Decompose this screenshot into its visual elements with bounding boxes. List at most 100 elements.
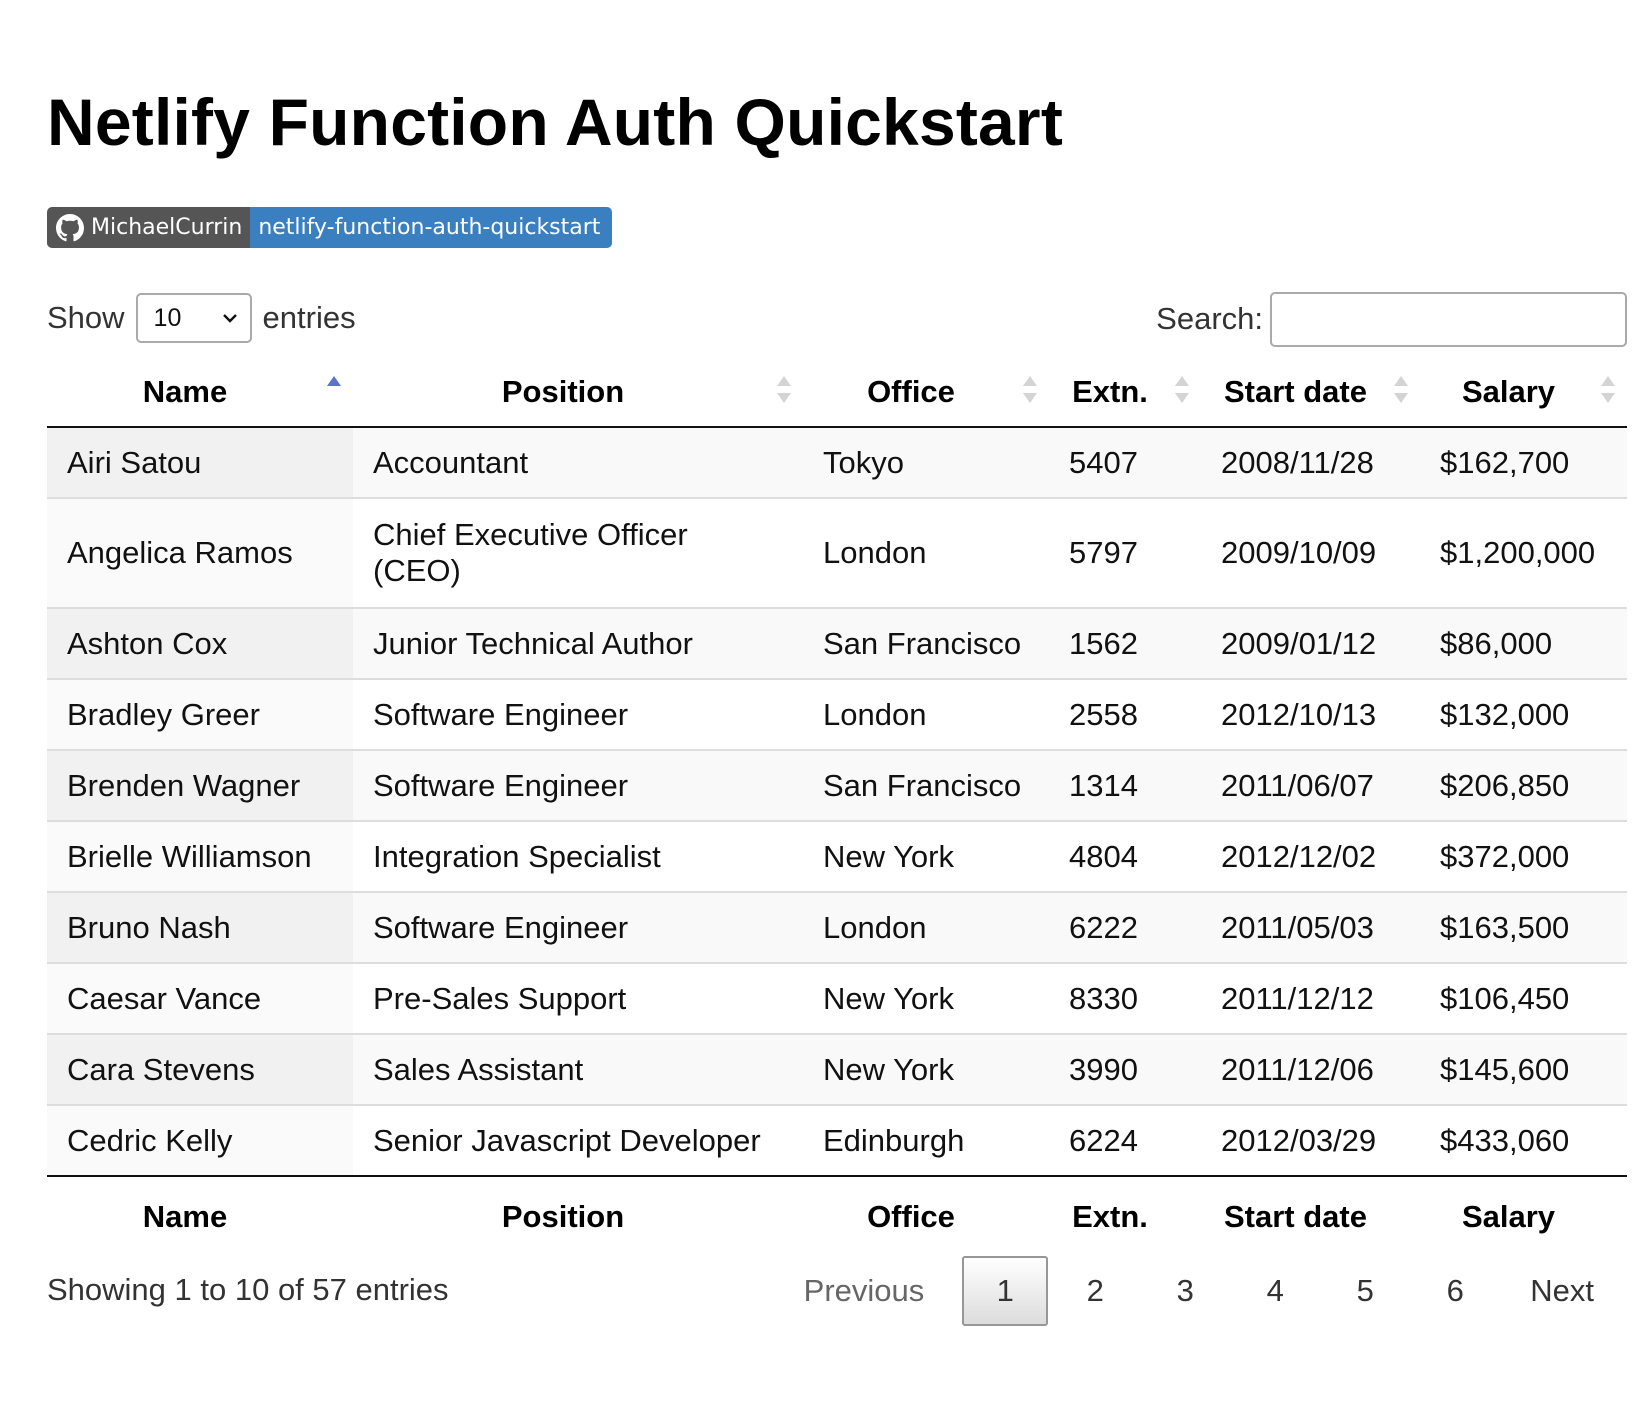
cell-office: New York bbox=[803, 820, 1049, 892]
page-button[interactable]: 4 bbox=[1230, 1256, 1320, 1326]
cell-extn: 1562 bbox=[1049, 607, 1201, 679]
column-header-name[interactable]: Name bbox=[47, 357, 353, 428]
table-row[interactable]: Cara Stevens Sales Assistant New York 39… bbox=[47, 1033, 1627, 1105]
badge-owner: MichaelCurrin bbox=[47, 207, 251, 248]
sort-both-icon bbox=[1023, 376, 1037, 403]
cell-name: Cedric Kelly bbox=[47, 1104, 353, 1176]
cell-name: Bruno Nash bbox=[47, 891, 353, 963]
cell-position: Integration Specialist bbox=[353, 820, 803, 892]
footer-header-name: Name bbox=[47, 1175, 353, 1256]
table-row[interactable]: Angelica Ramos Chief Executive Officer (… bbox=[47, 497, 1627, 608]
cell-position: Pre-Sales Support bbox=[353, 962, 803, 1034]
column-header-label: Start date bbox=[1224, 373, 1367, 409]
cell-salary: $206,850 bbox=[1420, 749, 1627, 821]
cell-position: Junior Technical Author bbox=[353, 607, 803, 679]
cell-name: Bradley Greer bbox=[47, 678, 353, 750]
badge-owner-text: MichaelCurrin bbox=[91, 215, 243, 240]
badge-repo: netlify-function-auth-quickstart bbox=[250, 207, 613, 248]
entries-per-page-select[interactable]: 10 bbox=[135, 293, 252, 343]
table-info: Showing 1 to 10 of 57 entries bbox=[47, 1272, 449, 1307]
table-body: Airi Satou Accountant Tokyo 5407 2008/11… bbox=[47, 427, 1627, 1176]
pagination: Previous 1 2 3 4 5 6 Next bbox=[804, 1255, 1627, 1327]
cell-position: Sales Assistant bbox=[353, 1033, 803, 1105]
github-repo-badge[interactable]: MichaelCurrin netlify-function-auth-quic… bbox=[47, 207, 613, 248]
cell-extn: 4804 bbox=[1049, 820, 1201, 892]
cell-start-date: 2009/01/12 bbox=[1201, 607, 1420, 679]
page-button[interactable]: 6 bbox=[1410, 1256, 1500, 1326]
data-table: Name Position Office Extn. Start date Sa… bbox=[47, 357, 1627, 1256]
cell-salary: $163,500 bbox=[1420, 891, 1627, 963]
cell-start-date: 2011/12/12 bbox=[1201, 962, 1420, 1034]
cell-start-date: 2011/05/03 bbox=[1201, 891, 1420, 963]
cell-salary: $162,700 bbox=[1420, 427, 1627, 498]
entries-per-page-value: 10 bbox=[153, 303, 182, 332]
previous-button[interactable]: Previous bbox=[804, 1256, 963, 1326]
cell-office: Tokyo bbox=[803, 427, 1049, 498]
sort-both-icon bbox=[1601, 376, 1615, 403]
table-row[interactable]: Caesar Vance Pre-Sales Support New York … bbox=[47, 962, 1627, 1034]
column-header-label: Name bbox=[142, 373, 228, 409]
length-suffix: entries bbox=[262, 300, 356, 335]
cell-name: Brielle Williamson bbox=[47, 820, 353, 892]
cell-extn: 6224 bbox=[1049, 1104, 1201, 1176]
table-row[interactable]: Bruno Nash Software Engineer London 6222… bbox=[47, 891, 1627, 963]
sort-both-icon bbox=[1175, 376, 1189, 403]
cell-start-date: 2011/06/07 bbox=[1201, 749, 1420, 821]
cell-salary: $86,000 bbox=[1420, 607, 1627, 679]
cell-office: London bbox=[803, 497, 1049, 608]
cell-salary: $372,000 bbox=[1420, 820, 1627, 892]
cell-salary: $1,200,000 bbox=[1420, 497, 1627, 608]
table-row[interactable]: Airi Satou Accountant Tokyo 5407 2008/11… bbox=[47, 427, 1627, 498]
cell-name: Brenden Wagner bbox=[47, 749, 353, 821]
github-icon bbox=[56, 213, 84, 241]
footer-header-salary: Salary bbox=[1420, 1175, 1627, 1256]
column-header-position[interactable]: Position bbox=[353, 357, 803, 428]
cell-start-date: 2011/12/06 bbox=[1201, 1033, 1420, 1105]
page-button[interactable]: 2 bbox=[1050, 1256, 1140, 1326]
cell-position: Chief Executive Officer (CEO) bbox=[353, 497, 803, 608]
table-row[interactable]: Brenden Wagner Software Engineer San Fra… bbox=[47, 749, 1627, 821]
table-row[interactable]: Bradley Greer Software Engineer London 2… bbox=[47, 678, 1627, 750]
length-control: Show 10 entries bbox=[47, 292, 356, 344]
length-prefix: Show bbox=[47, 300, 125, 335]
page-button[interactable]: 3 bbox=[1140, 1256, 1230, 1326]
cell-start-date: 2012/03/29 bbox=[1201, 1104, 1420, 1176]
cell-extn: 1314 bbox=[1049, 749, 1201, 821]
cell-extn: 8330 bbox=[1049, 962, 1201, 1034]
cell-extn: 6222 bbox=[1049, 891, 1201, 963]
cell-start-date: 2012/10/13 bbox=[1201, 678, 1420, 750]
header-row: Name Position Office Extn. Start date Sa… bbox=[47, 357, 1627, 428]
search-label: Search: bbox=[1156, 301, 1263, 336]
cell-office: San Francisco bbox=[803, 607, 1049, 679]
cell-name: Ashton Cox bbox=[47, 607, 353, 679]
cell-start-date: 2012/12/02 bbox=[1201, 820, 1420, 892]
cell-name: Airi Satou bbox=[47, 427, 353, 498]
next-button[interactable]: Next bbox=[1500, 1256, 1627, 1326]
page-button[interactable]: 5 bbox=[1320, 1256, 1410, 1326]
column-header-label: Office bbox=[867, 373, 955, 409]
footer-header-extn: Extn. bbox=[1049, 1175, 1201, 1256]
page-button-current[interactable]: 1 bbox=[962, 1256, 1049, 1326]
cell-position: Senior Javascript Developer bbox=[353, 1104, 803, 1176]
cell-position: Software Engineer bbox=[353, 678, 803, 750]
cell-extn: 5797 bbox=[1049, 497, 1201, 608]
column-header-salary[interactable]: Salary bbox=[1420, 357, 1627, 428]
table-row[interactable]: Brielle Williamson Integration Specialis… bbox=[47, 820, 1627, 892]
column-header-extn[interactable]: Extn. bbox=[1049, 357, 1201, 428]
cell-extn: 2558 bbox=[1049, 678, 1201, 750]
column-header-office[interactable]: Office bbox=[803, 357, 1049, 428]
cell-salary: $132,000 bbox=[1420, 678, 1627, 750]
cell-name: Caesar Vance bbox=[47, 962, 353, 1034]
search-input[interactable] bbox=[1270, 291, 1627, 347]
cell-position: Software Engineer bbox=[353, 749, 803, 821]
footer-header-position: Position bbox=[353, 1175, 803, 1256]
sort-both-icon bbox=[777, 376, 791, 403]
table-row[interactable]: Cedric Kelly Senior Javascript Developer… bbox=[47, 1104, 1627, 1176]
table-row[interactable]: Ashton Cox Junior Technical Author San F… bbox=[47, 607, 1627, 679]
footer-header-office: Office bbox=[803, 1175, 1049, 1256]
column-header-start-date[interactable]: Start date bbox=[1201, 357, 1420, 428]
cell-office: London bbox=[803, 891, 1049, 963]
cell-salary: $145,600 bbox=[1420, 1033, 1627, 1105]
footer-header-start-date: Start date bbox=[1201, 1175, 1420, 1256]
cell-position: Software Engineer bbox=[353, 891, 803, 963]
